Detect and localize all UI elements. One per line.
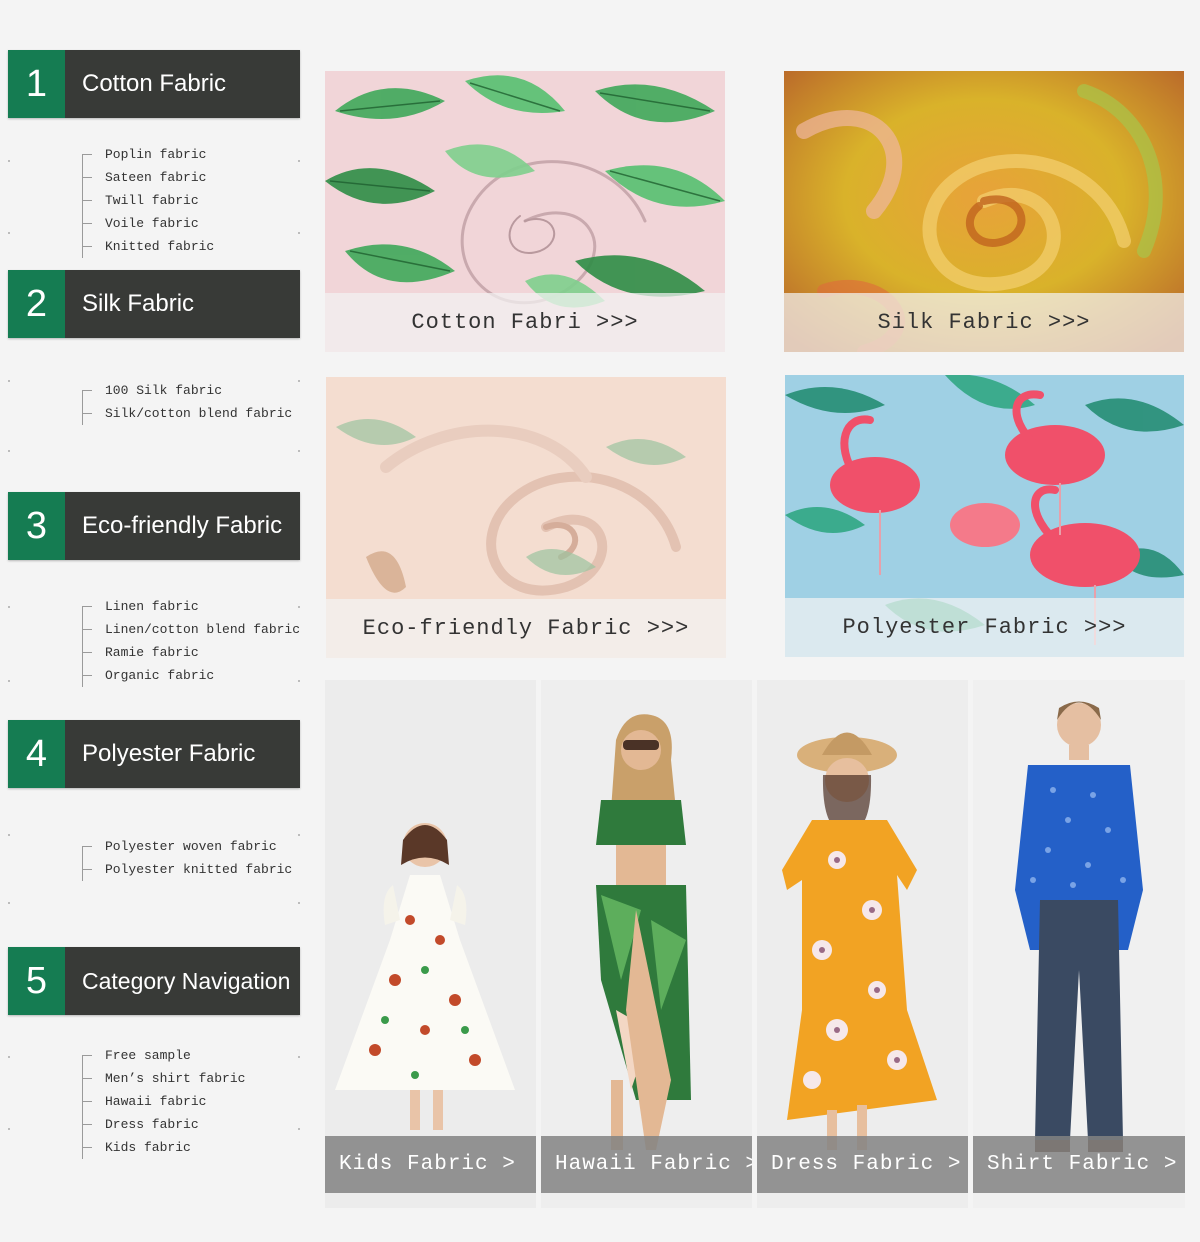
- decor-dot: [8, 606, 10, 608]
- section-number: 3: [8, 492, 65, 560]
- section-header-silk[interactable]: 2 Silk Fabric: [8, 270, 300, 338]
- tile-dress-fabric[interactable]: Dress Fabric >: [757, 680, 968, 1208]
- sub-item-polyester-knitted[interactable]: Polyester knitted fabric: [83, 858, 292, 881]
- sub-item-voile[interactable]: Voile fabric: [83, 212, 214, 235]
- sub-item-hawaii[interactable]: Hawaii fabric: [83, 1090, 245, 1113]
- sub-item-organic[interactable]: Organic fabric: [83, 664, 300, 687]
- sub-list-cotton: Poplin fabric Sateen fabric Twill fabric…: [82, 147, 214, 258]
- decor-dot: [298, 606, 300, 608]
- sub-list-silk: 100 Silk fabric Silk/cotton blend fabric: [82, 383, 292, 425]
- tile-shirt-fabric[interactable]: Shirt Fabric >: [973, 680, 1185, 1208]
- decor-dot: [8, 834, 10, 836]
- decor-dot: [8, 160, 10, 162]
- decor-dot: [298, 902, 300, 904]
- decor-dot: [298, 380, 300, 382]
- tile-polyester-fabric[interactable]: Polyester Fabric >>>: [785, 375, 1184, 657]
- decor-dot: [298, 680, 300, 682]
- decor-dot: [8, 680, 10, 682]
- decor-dot: [8, 1128, 10, 1130]
- sub-item-polyester-woven[interactable]: Polyester woven fabric: [83, 835, 292, 858]
- model-caption: Shirt Fabric >: [973, 1136, 1185, 1193]
- sub-item-poplin[interactable]: Poplin fabric: [83, 143, 214, 166]
- sub-item-silk-cotton-blend[interactable]: Silk/cotton blend fabric: [83, 402, 292, 425]
- section-number: 2: [8, 270, 65, 338]
- decor-dot: [298, 450, 300, 452]
- hawaii-model-image: [541, 680, 752, 1208]
- sub-item-linen[interactable]: Linen fabric: [83, 595, 300, 618]
- decor-dot: [298, 160, 300, 162]
- sub-list-polyester: Polyester woven fabric Polyester knitted…: [82, 839, 292, 881]
- tile-caption: Cotton Fabri >>>: [325, 293, 725, 352]
- section-title: Eco-friendly Fabric: [65, 492, 300, 560]
- tile-kids-fabric[interactable]: Kids Fabric >: [325, 680, 536, 1208]
- decor-dot: [8, 450, 10, 452]
- tile-caption: Eco-friendly Fabric >>>: [326, 599, 726, 658]
- model-caption: Dress Fabric >: [757, 1136, 968, 1193]
- sub-item-free-sample[interactable]: Free sample: [83, 1044, 245, 1067]
- tile-eco-friendly-fabric[interactable]: Eco-friendly Fabric >>>: [326, 377, 726, 658]
- sub-item-100-silk[interactable]: 100 Silk fabric: [83, 379, 292, 402]
- decor-dot: [8, 232, 10, 234]
- sub-list-eco: Linen fabric Linen/cotton blend fabric R…: [82, 599, 300, 687]
- decor-dot: [298, 232, 300, 234]
- model-caption: Hawaii Fabric >: [541, 1136, 752, 1193]
- tile-hawaii-fabric[interactable]: Hawaii Fabric >: [541, 680, 752, 1208]
- model-caption: Kids Fabric >: [325, 1136, 536, 1193]
- section-title: Polyester Fabric: [65, 720, 300, 788]
- decor-dot: [8, 902, 10, 904]
- section-header-eco[interactable]: 3 Eco-friendly Fabric: [8, 492, 300, 560]
- tile-caption: Polyester Fabric >>>: [785, 598, 1184, 657]
- section-title: Silk Fabric: [65, 270, 300, 338]
- decor-dot: [298, 1128, 300, 1130]
- section-title: Cotton Fabric: [65, 50, 300, 118]
- section-number: 5: [8, 947, 65, 1015]
- section-number: 4: [8, 720, 65, 788]
- tile-cotton-fabric[interactable]: Cotton Fabri >>>: [325, 71, 725, 352]
- sub-item-knitted[interactable]: Knitted fabric: [83, 235, 214, 258]
- section-header-category[interactable]: 5 Category Navigation: [8, 947, 300, 1015]
- decor-dot: [298, 1056, 300, 1058]
- sub-item-twill[interactable]: Twill fabric: [83, 189, 214, 212]
- decor-dot: [298, 834, 300, 836]
- shirt-model-image: [973, 680, 1185, 1208]
- sub-item-mens-shirt[interactable]: Men’s shirt fabric: [83, 1067, 245, 1090]
- sub-item-dress[interactable]: Dress fabric: [83, 1113, 245, 1136]
- sub-list-category: Free sample Men’s shirt fabric Hawaii fa…: [82, 1048, 245, 1159]
- kids-model-image: [325, 680, 536, 1208]
- tile-silk-fabric[interactable]: Silk Fabric >>>: [784, 71, 1184, 352]
- decor-dot: [8, 1056, 10, 1058]
- section-title: Category Navigation: [65, 947, 300, 1015]
- sub-item-linen-cotton-blend[interactable]: Linen/cotton blend fabric: [83, 618, 300, 641]
- sub-item-kids[interactable]: Kids fabric: [83, 1136, 245, 1159]
- sub-item-ramie[interactable]: Ramie fabric: [83, 641, 300, 664]
- section-header-cotton[interactable]: 1 Cotton Fabric: [8, 50, 300, 118]
- decor-dot: [8, 380, 10, 382]
- sub-item-sateen[interactable]: Sateen fabric: [83, 166, 214, 189]
- section-number: 1: [8, 50, 65, 118]
- dress-model-image: [757, 680, 968, 1208]
- tile-caption: Silk Fabric >>>: [784, 293, 1184, 352]
- section-header-polyester[interactable]: 4 Polyester Fabric: [8, 720, 300, 788]
